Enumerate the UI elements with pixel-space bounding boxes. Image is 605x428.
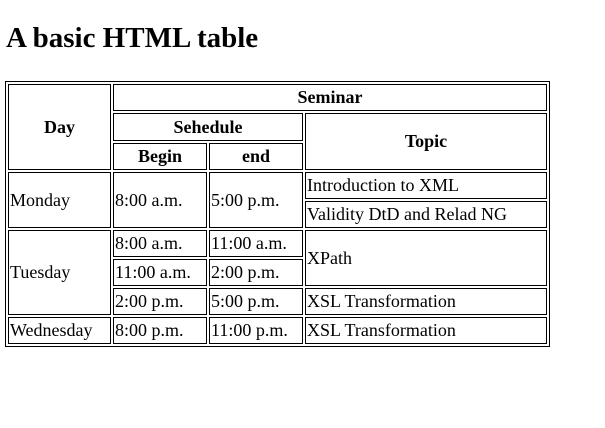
table-row-wednesday: Wednesday 8:00 p.m. 11:00 p.m. XSL Trans… (8, 317, 547, 344)
cell-wednesday-topic: XSL Transformation (305, 317, 547, 344)
cell-tuesday-topic-3: XSL Transformation (305, 288, 547, 315)
cell-tuesday-end-1: 11:00 a.m. (209, 230, 303, 257)
cell-tuesday-topic-1: XPath (305, 230, 547, 286)
cell-wednesday-begin: 8:00 p.m. (113, 317, 207, 344)
cell-day-monday: Monday (8, 172, 111, 228)
cell-tuesday-begin-1: 8:00 a.m. (113, 230, 207, 257)
page-title: A basic HTML table (6, 22, 259, 54)
seminar-table: Day Seminar Sehedule Topic Begin end Mon… (5, 81, 550, 347)
header-end: end (209, 143, 303, 170)
cell-tuesday-end-2: 2:00 p.m. (209, 259, 303, 286)
header-begin: Begin (113, 143, 207, 170)
cell-wednesday-end: 11:00 p.m. (209, 317, 303, 344)
header-seminar: Seminar (113, 84, 547, 111)
cell-monday-begin: 8:00 a.m. (113, 172, 207, 228)
cell-monday-topic-2: Validity DtD and Relad NG (305, 201, 547, 228)
header-topic: Topic (305, 113, 547, 170)
table-row-monday-1: Monday 8:00 a.m. 5:00 p.m. Introduction … (8, 172, 547, 228)
cell-monday-topic-1: Introduction to XML (305, 172, 547, 199)
table-row-tuesday-1: Tuesday 8:00 a.m. 11:00 a.m. XPath (8, 230, 547, 315)
cell-tuesday-begin-2: 11:00 a.m. (113, 259, 207, 286)
cell-tuesday-end-3: 5:00 p.m. (209, 288, 303, 315)
header-row-seminar: Day Seminar (8, 84, 547, 170)
header-schedule: Sehedule (113, 113, 303, 141)
cell-tuesday-begin-3: 2:00 p.m. (113, 288, 207, 315)
cell-day-wednesday: Wednesday (8, 317, 111, 344)
header-day: Day (8, 84, 111, 170)
cell-monday-end: 5:00 p.m. (209, 172, 303, 228)
cell-day-tuesday: Tuesday (8, 230, 111, 315)
